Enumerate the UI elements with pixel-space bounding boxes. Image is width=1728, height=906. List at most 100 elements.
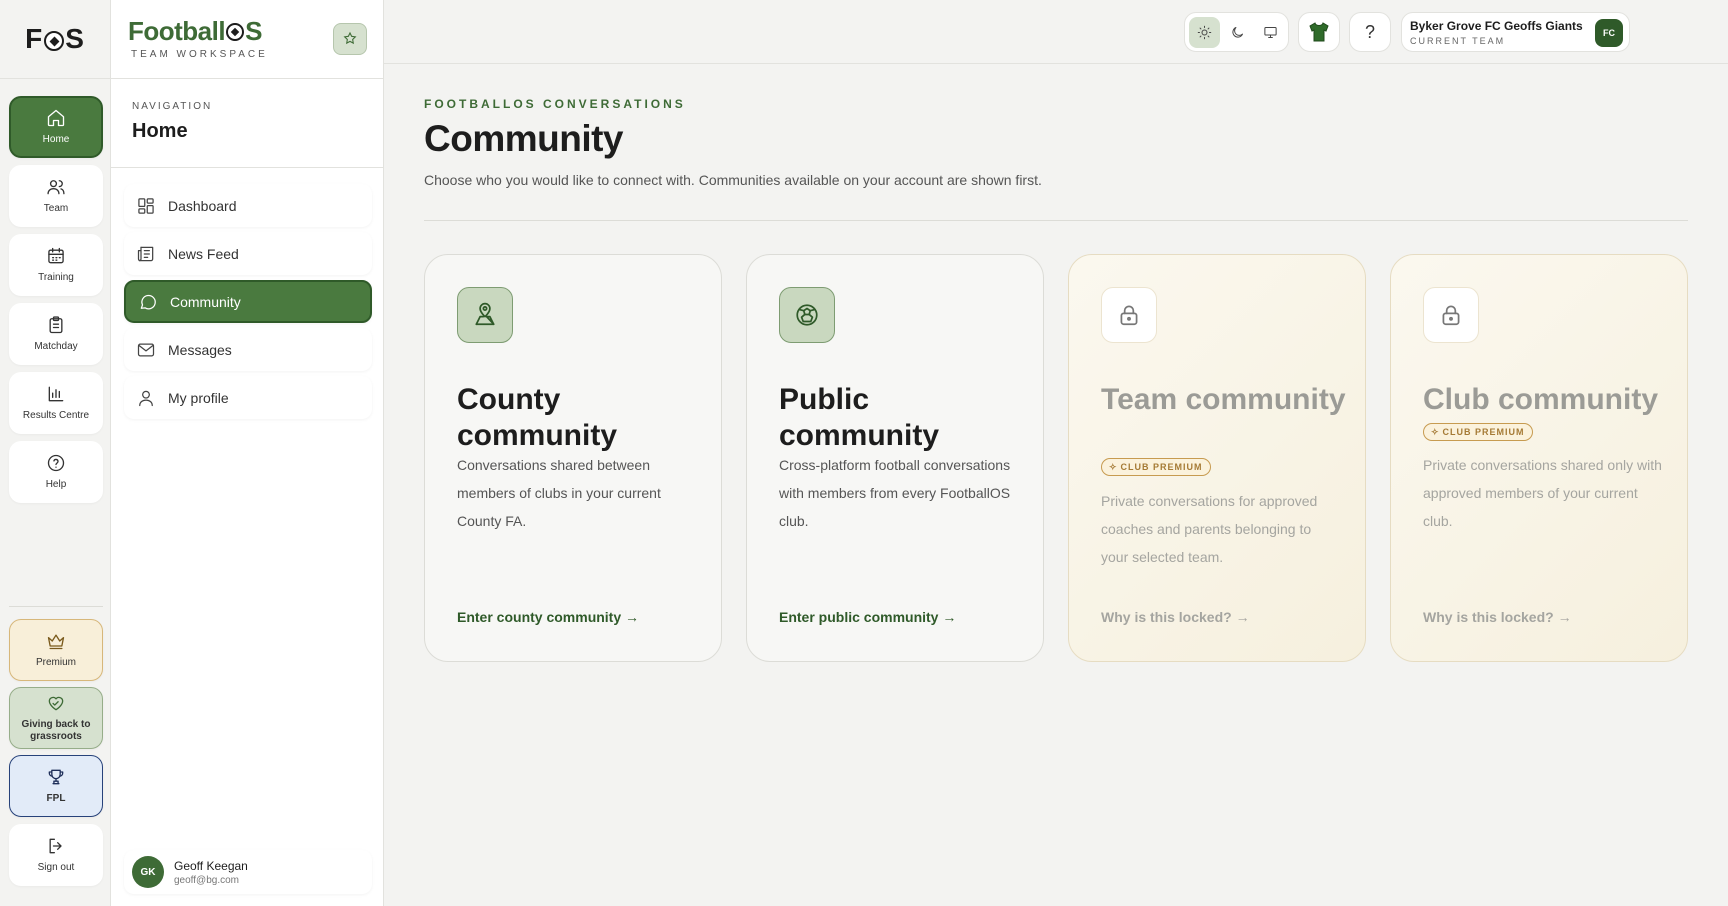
why-locked-link[interactable]: Why is this locked? →	[1101, 609, 1250, 625]
nav-item-label: Messages	[168, 341, 232, 358]
nav-item-dashboard[interactable]: Dashboard	[124, 184, 372, 227]
lock-icon	[1442, 305, 1460, 326]
card-icon-box	[779, 287, 835, 343]
nav-section-label: NAVIGATION	[132, 101, 213, 112]
rail-item-label: Help	[45, 479, 67, 490]
enter-public-community-link[interactable]: Enter public community →	[779, 609, 956, 625]
clipboard-icon	[49, 316, 63, 334]
nav-header: Football S TEAM WORKSPACE	[111, 0, 383, 79]
chat-bubble-icon	[140, 294, 156, 309]
home-icon	[47, 109, 65, 127]
rail-item-label: Training	[38, 272, 74, 283]
nav-item-label: My profile	[168, 389, 229, 406]
club-community-card[interactable]: Club community ✧ CLUB PREMIUM Private con…	[1390, 254, 1688, 662]
rail-item-giving-back[interactable]: Giving back to grassroots	[9, 687, 103, 749]
premium-badge: ✧ CLUB PREMIUM	[1423, 423, 1533, 441]
nav-item-label: News Feed	[168, 245, 239, 262]
rail-item-label: Results Centre	[22, 410, 90, 421]
football-logo-icon	[44, 31, 65, 51]
nav-item-news-feed[interactable]: News Feed	[124, 232, 372, 275]
theme-light-button[interactable]	[1189, 16, 1220, 48]
card-description: Private conversations for approved coach…	[1101, 493, 1318, 565]
rail-item-label: Team	[43, 203, 69, 214]
rail-item-label: Giving back to grassroots	[21, 719, 91, 742]
brand[interactable]: Football S TEAM WORKSPACE	[128, 16, 268, 60]
top-bar: ? Byker Grove FC Geoffs Giants CURRENT T…	[384, 0, 1728, 64]
team-name: Byker Grove FC Geoffs Giants	[1410, 18, 1583, 33]
theme-dark-button[interactable]	[1222, 17, 1253, 48]
sun-icon	[1197, 25, 1212, 39]
secondary-nav: Football S TEAM WORKSPACE NAVIGATION Home…	[111, 0, 384, 906]
card-icon-box	[1101, 287, 1157, 343]
brand-name-left: Football	[128, 16, 226, 46]
pin-sidebar-button[interactable]	[333, 23, 367, 55]
nav-item-label: Dashboard	[168, 197, 237, 214]
lock-icon	[1120, 305, 1138, 326]
card-title: County community	[457, 383, 618, 452]
card-title: Public community	[779, 383, 940, 452]
county-community-card[interactable]: County community Conversations shared be…	[424, 254, 722, 662]
rail-item-team[interactable]: Team	[9, 165, 103, 227]
premium-badge: ✧ CLUB PREMIUM	[1101, 458, 1211, 476]
shirt-icon	[1309, 22, 1329, 42]
club-premium-badge: ✧ CLUB PREMIUM	[1101, 458, 1211, 476]
mail-icon	[137, 343, 155, 356]
page-description: Choose who you would like to connect wit…	[424, 172, 1042, 188]
card-description: Conversations shared between members of …	[457, 457, 661, 529]
card-icon-box	[457, 287, 513, 343]
public-community-card[interactable]: Public community Cross-platform football…	[746, 254, 1044, 662]
rail-item-home[interactable]: Home	[9, 96, 103, 158]
rail-item-label: Home	[42, 134, 70, 145]
sparkle-icon: ✧	[1431, 426, 1440, 437]
logo-letter-s: S	[65, 23, 85, 54]
card-title: Team community	[1101, 383, 1346, 416]
help-button[interactable]: ?	[1349, 12, 1391, 52]
nav-item-messages[interactable]: Messages	[124, 328, 372, 371]
current-team-selector[interactable]: Byker Grove FC Geoffs Giants CURRENT TEA…	[1401, 12, 1630, 52]
app-logo[interactable]: F S	[0, 0, 110, 79]
user-info: Geoff Keegan geoff@bg.com	[174, 859, 248, 886]
user-name: Geoff Keegan	[174, 858, 248, 873]
card-description: Private conversations shared only with a…	[1423, 457, 1662, 529]
calendar-icon	[48, 247, 64, 264]
nav-section-title: Home	[132, 120, 188, 142]
bar-chart-icon	[48, 386, 64, 402]
card-icon-box	[1423, 287, 1479, 343]
rail-item-matchday[interactable]: Matchday	[9, 303, 103, 365]
rail-item-label: Premium	[35, 657, 76, 668]
moon-icon	[1232, 26, 1243, 38]
team-icon	[47, 180, 65, 195]
badge-label: CLUB PREMIUM	[1442, 427, 1525, 437]
card-title: Club community	[1423, 383, 1659, 416]
rail-item-label: Sign out	[37, 862, 75, 873]
dashboard-icon	[138, 197, 154, 214]
page-eyebrow: FOOTBALLOS CONVERSATIONS	[424, 97, 686, 111]
brand-subtitle: TEAM WORKSPACE	[131, 49, 268, 60]
card-description: Cross-platform football conversations wi…	[779, 457, 1011, 529]
nav-item-community[interactable]: Community	[124, 280, 372, 323]
help-question-icon: ?	[1364, 21, 1375, 42]
user-profile-card[interactable]: GK Geoff Keegan geoff@bg.com	[124, 850, 372, 894]
rail-item-training[interactable]: Training	[9, 234, 103, 296]
rail-divider	[9, 606, 103, 607]
theme-system-button[interactable]	[1255, 17, 1286, 48]
rail-item-label: FPL	[46, 793, 66, 804]
rail-item-premium[interactable]: Premium	[9, 619, 103, 681]
logo-letter-f: F	[25, 23, 44, 54]
team-kit-button[interactable]	[1298, 12, 1340, 52]
rail-item-sign-out[interactable]: Sign out	[9, 824, 103, 886]
nav-item-my-profile[interactable]: My profile	[124, 376, 372, 419]
enter-county-community-link[interactable]: Enter county community →	[457, 609, 639, 625]
heart-handshake-icon	[48, 696, 64, 711]
newspaper-icon	[137, 246, 154, 261]
team-community-card[interactable]: Team community ✧ CLUB PREMIUM Private con…	[1068, 254, 1366, 662]
football-icon	[226, 23, 245, 41]
icon-rail: F S Home Team Training Matchday Results …	[0, 0, 111, 906]
main-content: FOOTBALLOS CONVERSATIONS Community Choos…	[384, 64, 1728, 906]
rail-item-fpl[interactable]: FPL	[9, 755, 103, 817]
rail-item-results-centre[interactable]: Results Centre	[9, 372, 103, 434]
club-premium-badge: ✧ CLUB PREMIUM	[1423, 423, 1533, 441]
nav-section-header: NAVIGATION Home	[111, 79, 383, 168]
why-locked-link[interactable]: Why is this locked? →	[1423, 609, 1572, 625]
rail-item-help[interactable]: Help	[9, 441, 103, 503]
